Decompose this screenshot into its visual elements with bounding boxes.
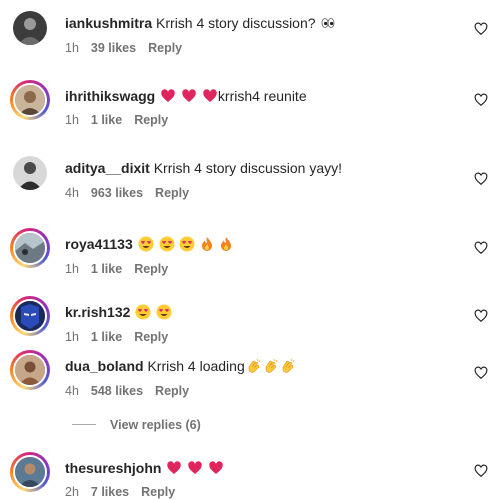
- reply-button[interactable]: Reply: [148, 41, 182, 55]
- fire-emoji-icon: [200, 236, 214, 252]
- view-replies-button[interactable]: View replies (6): [72, 418, 201, 432]
- comment-username[interactable]: roya41133: [65, 236, 133, 252]
- comment-username[interactable]: thesureshjohn: [65, 460, 161, 476]
- avatar[interactable]: [10, 452, 50, 492]
- avatar[interactable]: [13, 156, 47, 190]
- reply-button[interactable]: Reply: [155, 384, 189, 398]
- reply-button[interactable]: Reply: [134, 330, 168, 344]
- heart-eyes-emoji-icon: [135, 304, 151, 320]
- avatar[interactable]: [10, 296, 50, 336]
- comment-time: 1h: [65, 262, 79, 276]
- avatar[interactable]: [10, 80, 50, 120]
- heart-eyes-emoji-icon: [138, 236, 154, 252]
- reply-button[interactable]: Reply: [134, 262, 168, 276]
- comment-likes[interactable]: 1 like: [91, 113, 122, 127]
- comment-text: Krrish 4 story discussion yayy!: [153, 160, 343, 176]
- clapping-hands-emoji-icon: [246, 358, 262, 374]
- comment-time: 1h: [65, 41, 79, 55]
- comment-text: Krrish 4 story discussion?: [156, 15, 316, 31]
- comment-username[interactable]: ihrithikswagg: [65, 88, 155, 104]
- avatar[interactable]: [10, 350, 50, 390]
- red-heart-emoji-icon: [160, 88, 176, 104]
- reply-button[interactable]: Reply: [155, 186, 189, 200]
- view-replies-label: View replies (6): [110, 418, 201, 432]
- comment-likes[interactable]: 963 likes: [91, 186, 143, 200]
- eyes-emoji-icon: [320, 15, 336, 31]
- red-heart-emoji-icon: [208, 460, 224, 476]
- like-heart-icon[interactable]: [474, 22, 488, 36]
- like-heart-icon[interactable]: [474, 93, 488, 107]
- comment-time: 1h: [65, 113, 79, 127]
- red-heart-emoji-icon: [181, 88, 197, 104]
- heart-eyes-emoji-icon: [156, 304, 172, 320]
- comment-text: Krrish 4 loading: [147, 358, 245, 374]
- comment-username[interactable]: dua_boland: [65, 358, 144, 374]
- clapping-hands-emoji-icon: [263, 358, 279, 374]
- avatar[interactable]: [10, 228, 50, 268]
- clapping-hands-emoji-icon: [280, 358, 296, 374]
- reply-button[interactable]: Reply: [141, 485, 175, 499]
- comment-likes[interactable]: 1 like: [91, 330, 122, 344]
- comment-username[interactable]: aditya__dixit: [65, 160, 150, 176]
- comment-text: krrish4 reunite: [217, 88, 307, 104]
- comment-time: 1h: [65, 330, 79, 344]
- comment-likes[interactable]: 548 likes: [91, 384, 143, 398]
- red-heart-emoji-icon: [202, 88, 218, 104]
- comment-likes[interactable]: 1 like: [91, 262, 122, 276]
- like-heart-icon[interactable]: [474, 464, 488, 478]
- fire-emoji-icon: [219, 236, 233, 252]
- comment-time: 4h: [65, 384, 79, 398]
- comment-time: 2h: [65, 485, 79, 499]
- like-heart-icon[interactable]: [474, 366, 488, 380]
- like-heart-icon[interactable]: [474, 172, 488, 186]
- divider: [72, 424, 96, 425]
- comment-username[interactable]: kr.rish132: [65, 304, 130, 320]
- red-heart-emoji-icon: [166, 460, 182, 476]
- comment-likes[interactable]: 39 likes: [91, 41, 136, 55]
- avatar[interactable]: [13, 11, 47, 45]
- heart-eyes-emoji-icon: [159, 236, 175, 252]
- reply-button[interactable]: Reply: [134, 113, 168, 127]
- comment-likes[interactable]: 7 likes: [91, 485, 129, 499]
- comment-time: 4h: [65, 186, 79, 200]
- like-heart-icon[interactable]: [474, 309, 488, 323]
- like-heart-icon[interactable]: [474, 241, 488, 255]
- comment-username[interactable]: iankushmitra: [65, 15, 152, 31]
- red-heart-emoji-icon: [187, 460, 203, 476]
- heart-eyes-emoji-icon: [179, 236, 195, 252]
